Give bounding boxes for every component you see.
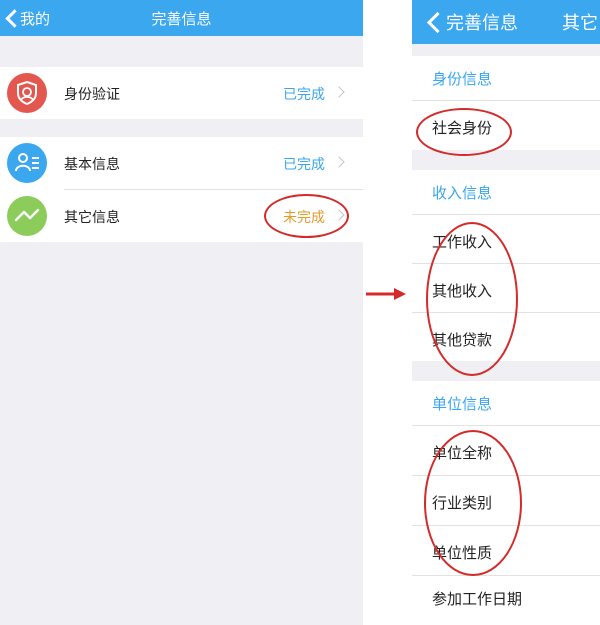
- right-arrow-icon: [366, 288, 406, 300]
- section-header-identity: 身份信息: [412, 56, 600, 100]
- list-item-identity-verification[interactable]: 身份验证 已完成: [0, 67, 363, 119]
- chevron-right-icon: [333, 156, 345, 168]
- section-header-income: 收入信息: [412, 170, 600, 214]
- list-item-start-date[interactable]: 参加工作日期: [412, 576, 600, 625]
- highlight-ring: [424, 430, 522, 576]
- list-item-label: 身份验证: [64, 87, 120, 103]
- status-text: 已完成: [283, 157, 325, 173]
- right-phone-screen: 完善信息 其它 身份信息 社会身份 收入信息 工作收入 其他收入 其他贷款 单位…: [412, 0, 600, 625]
- right-navbar: 完善信息 其它: [412, 0, 600, 44]
- section-header-employer: 单位信息: [412, 381, 600, 425]
- section-header-label: 收入信息: [432, 184, 493, 202]
- highlight-ring: [426, 222, 518, 376]
- list-item-label: 参加工作日期: [432, 590, 523, 608]
- left-navbar: 我的 完善信息: [0, 0, 363, 36]
- shield-face-icon: [7, 73, 47, 113]
- page-title: 其它: [562, 13, 598, 34]
- highlight-ring: [416, 108, 512, 156]
- section-header-label: 单位信息: [432, 395, 493, 413]
- left-phone-screen: 我的 完善信息 身份验证 已完成 基本信息 已完成 其它信息 未完成: [0, 0, 363, 625]
- section-header-label: 身份信息: [432, 70, 493, 88]
- list-item-label: 基本信息: [64, 157, 120, 173]
- list-item-basic-info[interactable]: 基本信息 已完成: [0, 137, 363, 189]
- highlight-ring: [264, 194, 349, 238]
- identity-group: 身份验证 已完成: [0, 67, 363, 119]
- status-text: 已完成: [283, 87, 325, 103]
- chevron-right-icon: [333, 86, 345, 98]
- back-chevron-icon[interactable]: [426, 11, 449, 34]
- person-list-icon: [7, 143, 47, 183]
- page-title: 完善信息: [151, 10, 212, 28]
- wave-line-icon: [7, 196, 47, 236]
- list-item-label: 其它信息: [64, 210, 120, 226]
- back-button[interactable]: 完善信息: [446, 9, 518, 35]
